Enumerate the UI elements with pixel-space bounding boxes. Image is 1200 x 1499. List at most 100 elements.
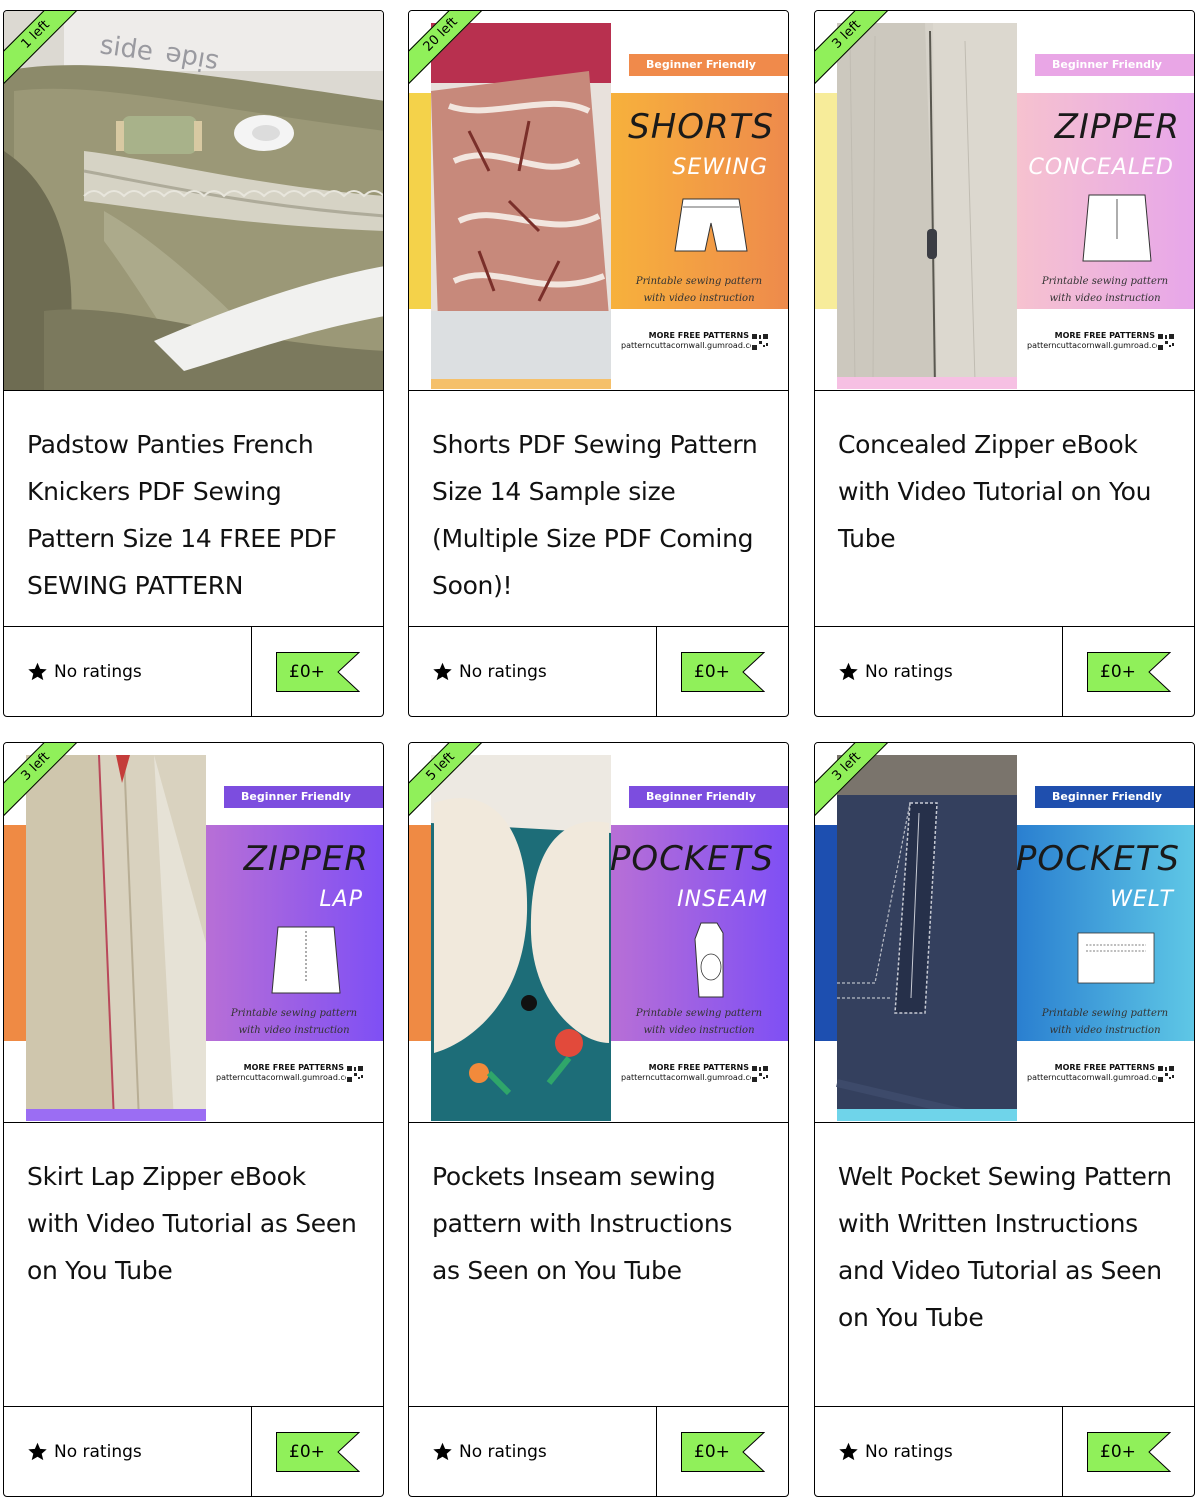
product-title[interactable]: Padstow Panties French Knickers PDF Sewi…	[4, 391, 383, 609]
card-footer: No ratings £0+	[4, 1406, 383, 1496]
rating: No ratings	[815, 1407, 1063, 1496]
site-url: patterncuttacornwall.gumroad.com	[621, 341, 763, 350]
price-area: £0+	[1063, 1407, 1194, 1496]
welt-pocket-icon	[1077, 932, 1155, 984]
cover-subheading: LAP	[319, 887, 363, 912]
rating: No ratings	[4, 1407, 252, 1496]
product-card[interactable]: side side 1 left Padstow Panties French …	[3, 10, 384, 717]
rating: No ratings	[409, 627, 657, 716]
card-footer: No ratings £0+	[409, 1406, 788, 1496]
cover-caption: Printable sewing pattern with video inst…	[214, 1005, 374, 1039]
price-area: £0+	[657, 627, 788, 716]
pocket-icon	[694, 922, 724, 998]
card-footer: No ratings £0+	[815, 626, 1194, 716]
rating: No ratings	[409, 1407, 657, 1496]
more-label: MORE FREE PATTERNS	[1054, 1063, 1155, 1072]
cover-subheading: SEWING	[672, 155, 768, 180]
price-area: £0+	[1063, 627, 1194, 716]
rating-text: No ratings	[865, 661, 953, 682]
caption-line: with video instruction	[1049, 1025, 1161, 1036]
more-patterns: MORE FREE PATTERNS patterncuttacornwall.…	[1027, 331, 1177, 351]
cover-subheading: WELT	[1110, 887, 1174, 912]
site-url: patterncuttacornwall.gumroad.com	[216, 1073, 358, 1082]
caption-line: with video instruction	[643, 1025, 755, 1036]
product-title[interactable]: Concealed Zipper eBook with Video Tutori…	[815, 391, 1194, 562]
site-url: patterncuttacornwall.gumroad.com	[1027, 1073, 1169, 1082]
caption-line: Printable sewing pattern	[1041, 1008, 1169, 1019]
price-area: £0+	[252, 1407, 383, 1496]
cover-heading: ZIPPER	[243, 839, 369, 879]
more-label: MORE FREE PATTERNS	[648, 1063, 749, 1072]
star-icon	[433, 1442, 452, 1461]
rating-text: No ratings	[54, 1441, 142, 1462]
product-card[interactable]: Beginner Friendly ZIPPER CONCEALED Print…	[814, 10, 1195, 717]
product-thumbnail[interactable]: side side 1 left	[4, 11, 383, 391]
caption-line: Printable sewing pattern	[230, 1008, 358, 1019]
card-footer: No ratings £0+	[409, 626, 788, 716]
star-icon	[28, 662, 47, 681]
price-tag[interactable]: £0+	[681, 651, 765, 692]
product-thumbnail[interactable]: Beginner Friendly ZIPPER CONCEALED Print…	[815, 11, 1194, 391]
caption-line: with video instruction	[238, 1025, 350, 1036]
cover-heading: SHORTS	[628, 107, 774, 147]
caption-line: Printable sewing pattern	[1041, 276, 1169, 287]
star-icon	[28, 1442, 47, 1461]
product-thumbnail[interactable]: Beginner Friendly POCKETS INSEAM Printab…	[409, 743, 788, 1123]
qr-code-icon	[346, 1065, 364, 1083]
product-title[interactable]: Skirt Lap Zipper eBook with Video Tutori…	[4, 1123, 383, 1294]
cover-caption: Printable sewing pattern with video inst…	[619, 273, 779, 307]
more-patterns: MORE FREE PATTERNS patterncuttacornwall.…	[621, 331, 771, 351]
price-text: £0+	[1100, 1441, 1136, 1462]
caption-line: with video instruction	[1049, 293, 1161, 304]
product-thumbnail[interactable]: Beginner Friendly SHORTS SEWING Printabl…	[409, 11, 788, 391]
product-title[interactable]: Shorts PDF Sewing Pattern Size 14 Sample…	[409, 391, 788, 609]
price-text: £0+	[694, 661, 730, 682]
star-icon	[839, 662, 858, 681]
card-footer: No ratings £0+	[4, 626, 383, 716]
more-label: MORE FREE PATTERNS	[648, 331, 749, 340]
cover-heading: ZIPPER	[1054, 107, 1180, 147]
cover-caption: Printable sewing pattern with video inst…	[619, 1005, 779, 1039]
price-tag[interactable]: £0+	[1087, 1431, 1171, 1472]
rating-text: No ratings	[459, 1441, 547, 1462]
rating-text: No ratings	[459, 661, 547, 682]
qr-code-icon	[1157, 1065, 1175, 1083]
cover-subheading: INSEAM	[677, 887, 768, 912]
site-url: patterncuttacornwall.gumroad.com	[621, 1073, 763, 1082]
price-area: £0+	[252, 627, 383, 716]
caption-line: Printable sewing pattern	[635, 276, 763, 287]
more-label: MORE FREE PATTERNS	[1054, 331, 1155, 340]
cover-caption: Printable sewing pattern with video inst…	[1025, 273, 1185, 307]
product-thumbnail[interactable]: Beginner Friendly ZIPPER LAP Printable s…	[4, 743, 383, 1123]
product-card[interactable]: Beginner Friendly POCKETS WELT Printable…	[814, 742, 1195, 1497]
more-patterns: MORE FREE PATTERNS patterncuttacornwall.…	[1027, 1063, 1177, 1083]
product-card[interactable]: Beginner Friendly POCKETS INSEAM Printab…	[408, 742, 789, 1497]
product-card[interactable]: Beginner Friendly ZIPPER LAP Printable s…	[3, 742, 384, 1497]
more-patterns: MORE FREE PATTERNS patterncuttacornwall.…	[621, 1063, 771, 1083]
price-tag[interactable]: £0+	[276, 651, 360, 692]
product-thumbnail[interactable]: Beginner Friendly POCKETS WELT Printable…	[815, 743, 1194, 1123]
cover-badge: Beginner Friendly	[1035, 786, 1194, 808]
caption-line: with video instruction	[643, 293, 755, 304]
caption-line: Printable sewing pattern	[635, 1008, 763, 1019]
shorts-icon	[674, 198, 748, 252]
star-icon	[839, 1442, 858, 1461]
product-card[interactable]: Beginner Friendly SHORTS SEWING Printabl…	[408, 10, 789, 717]
product-title[interactable]: Pockets Inseam sewing pattern with Instr…	[409, 1123, 788, 1294]
price-tag[interactable]: £0+	[1087, 651, 1171, 692]
fabric-photo: side side	[4, 11, 383, 390]
price-tag[interactable]: £0+	[276, 1431, 360, 1472]
cover-subheading: CONCEALED	[1028, 155, 1174, 180]
product-title[interactable]: Welt Pocket Sewing Pattern with Written …	[815, 1123, 1194, 1341]
site-url: patterncuttacornwall.gumroad.com	[1027, 341, 1169, 350]
rating-text: No ratings	[865, 1441, 953, 1462]
cover-heading: POCKETS	[1015, 839, 1180, 879]
cover-badge: Beginner Friendly	[224, 786, 383, 808]
cover-heading: POCKETS	[609, 839, 774, 879]
cover-badge: Beginner Friendly	[629, 54, 788, 76]
rating: No ratings	[815, 627, 1063, 716]
price-text: £0+	[289, 1441, 325, 1462]
rating: No ratings	[4, 627, 252, 716]
price-tag[interactable]: £0+	[681, 1431, 765, 1472]
rating-text: No ratings	[54, 661, 142, 682]
